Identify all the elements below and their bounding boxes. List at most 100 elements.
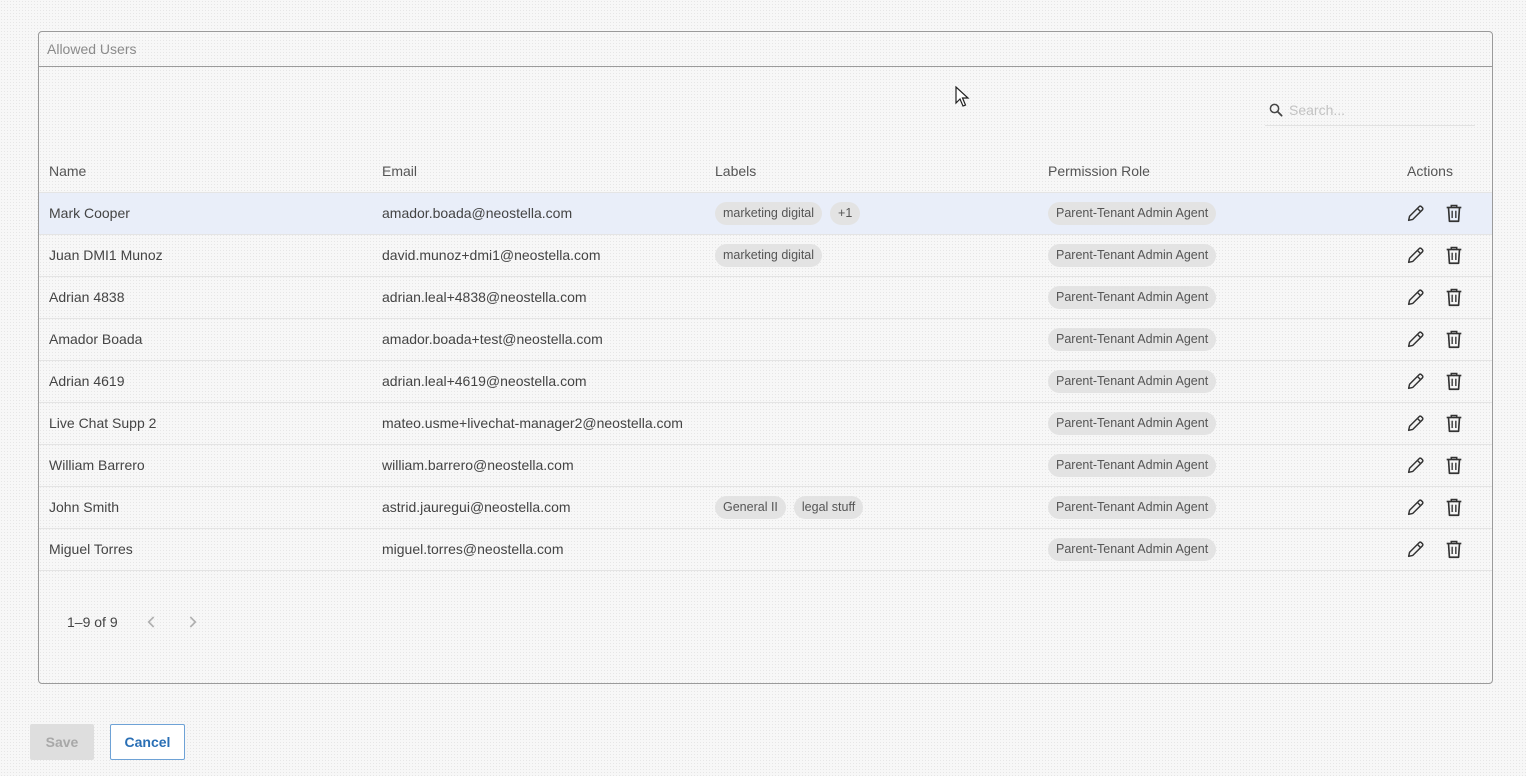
- user-labels-cell: [705, 276, 1038, 319]
- actions-cell: [1368, 318, 1492, 361]
- save-button[interactable]: Save: [30, 724, 94, 760]
- user-labels-cell: [705, 360, 1038, 403]
- column-header-name[interactable]: Name: [39, 151, 372, 193]
- user-name-cell: Adrian 4619: [39, 360, 372, 403]
- permission-role-chip: Parent-Tenant Admin Agent: [1048, 411, 1217, 435]
- table-row[interactable]: William Barrero william.barrero@neostella…: [39, 444, 1492, 487]
- column-header-permission-role[interactable]: Permission Role: [1038, 151, 1368, 193]
- cancel-button[interactable]: Cancel: [110, 724, 185, 760]
- table-row[interactable]: Juan DMI1 Munoz david.munoz+dmi1@neostell…: [39, 234, 1492, 277]
- column-header-labels[interactable]: Labels: [705, 151, 1038, 193]
- trash-icon[interactable]: [1443, 370, 1465, 392]
- user-labels-cell: General II legal stuff: [705, 486, 1038, 529]
- actions-cell: [1368, 192, 1492, 235]
- user-name-cell: Miguel Torres: [39, 528, 372, 571]
- actions-cell: [1368, 486, 1492, 529]
- pencil-icon[interactable]: [1405, 202, 1427, 224]
- label-chip: marketing digital: [715, 201, 823, 225]
- trash-icon[interactable]: [1443, 286, 1465, 308]
- actions-cell: [1368, 444, 1492, 487]
- pencil-icon[interactable]: [1405, 454, 1427, 476]
- user-email-cell: amador.boada@neostella.com: [372, 192, 705, 235]
- trash-icon[interactable]: [1443, 328, 1465, 350]
- permission-role-cell: Parent-Tenant Admin Agent: [1038, 192, 1368, 235]
- users-table: Name Email Labels Permission Role Action…: [39, 151, 1492, 571]
- permission-role-chip: Parent-Tenant Admin Agent: [1048, 453, 1217, 477]
- pencil-icon[interactable]: [1405, 328, 1427, 350]
- permission-role-chip: Parent-Tenant Admin Agent: [1048, 201, 1217, 225]
- user-name-cell: Amador Boada: [39, 318, 372, 361]
- label-chip: marketing digital: [715, 243, 823, 267]
- trash-icon[interactable]: [1443, 538, 1465, 560]
- permission-role-chip: Parent-Tenant Admin Agent: [1048, 285, 1217, 309]
- allowed-users-panel: Allowed Users Name Email Labels Permissi…: [38, 31, 1493, 684]
- permission-role-cell: Parent-Tenant Admin Agent: [1038, 402, 1368, 445]
- table-row[interactable]: Mark Cooper amador.boada@neostella.com mar…: [39, 192, 1492, 235]
- table-row[interactable]: Live Chat Supp 2 mateo.usme+livechat-mana…: [39, 402, 1492, 445]
- user-email-cell: amador.boada+test@neostella.com: [372, 318, 705, 361]
- table-header-row: Name Email Labels Permission Role Action…: [39, 151, 1492, 193]
- user-email-cell: miguel.torres@neostella.com: [372, 528, 705, 571]
- user-email-cell: william.barrero@neostella.com: [372, 444, 705, 487]
- table-row[interactable]: Adrian 4619 adrian.leal+4619@neostella.co…: [39, 360, 1492, 403]
- permission-role-chip: Parent-Tenant Admin Agent: [1048, 495, 1217, 519]
- pencil-icon[interactable]: [1405, 244, 1427, 266]
- trash-icon[interactable]: [1443, 412, 1465, 434]
- pencil-icon[interactable]: [1405, 286, 1427, 308]
- permission-role-chip: Parent-Tenant Admin Agent: [1048, 369, 1217, 393]
- pencil-icon[interactable]: [1405, 538, 1427, 560]
- actions-cell: [1368, 402, 1492, 445]
- pencil-icon[interactable]: [1405, 412, 1427, 434]
- actions-cell: [1368, 528, 1492, 571]
- user-email-cell: mateo.usme+livechat-manager2@neostella.c…: [372, 402, 705, 445]
- pagination-range: 1–9 of 9: [67, 614, 118, 630]
- trash-icon[interactable]: [1443, 244, 1465, 266]
- user-labels-cell: [705, 444, 1038, 487]
- column-header-email[interactable]: Email: [372, 151, 705, 193]
- trash-icon[interactable]: [1443, 202, 1465, 224]
- actions-cell: [1368, 276, 1492, 319]
- pagination: 1–9 of 9: [67, 612, 202, 632]
- permission-role-cell: Parent-Tenant Admin Agent: [1038, 360, 1368, 403]
- user-labels-cell: [705, 402, 1038, 445]
- search-icon: [1269, 103, 1283, 117]
- permission-role-chip: Parent-Tenant Admin Agent: [1048, 327, 1217, 351]
- search-box[interactable]: [1265, 94, 1475, 126]
- user-labels-cell: [705, 318, 1038, 361]
- table-row[interactable]: Miguel Torres miguel.torres@neostella.com…: [39, 528, 1492, 571]
- panel-title: Allowed Users: [39, 32, 1492, 67]
- user-email-cell: david.munoz+dmi1@neostella.com: [372, 234, 705, 277]
- user-name-cell: Live Chat Supp 2: [39, 402, 372, 445]
- permission-role-cell: Parent-Tenant Admin Agent: [1038, 234, 1368, 277]
- label-chip: General II: [715, 495, 786, 519]
- user-name-cell: Mark Cooper: [39, 192, 372, 235]
- column-header-actions: Actions: [1368, 151, 1492, 193]
- actions-cell: [1368, 234, 1492, 277]
- user-name-cell: John Smith: [39, 486, 372, 529]
- chevron-right-icon[interactable]: [182, 612, 202, 632]
- chevron-left-icon[interactable]: [142, 612, 162, 632]
- pencil-icon[interactable]: [1405, 496, 1427, 518]
- user-email-cell: astrid.jauregui@neostella.com: [372, 486, 705, 529]
- pencil-icon[interactable]: [1405, 370, 1427, 392]
- table-row[interactable]: Amador Boada amador.boada+test@neostella.…: [39, 318, 1492, 361]
- user-labels-cell: marketing digital +1: [705, 192, 1038, 235]
- trash-icon[interactable]: [1443, 454, 1465, 476]
- permission-role-cell: Parent-Tenant Admin Agent: [1038, 318, 1368, 361]
- user-name-cell: William Barrero: [39, 444, 372, 487]
- permission-role-cell: Parent-Tenant Admin Agent: [1038, 276, 1368, 319]
- actions-cell: [1368, 360, 1492, 403]
- user-labels-cell: marketing digital: [705, 234, 1038, 277]
- user-name-cell: Juan DMI1 Munoz: [39, 234, 372, 277]
- user-labels-cell: [705, 528, 1038, 571]
- table-row[interactable]: John Smith astrid.jauregui@neostella.com G…: [39, 486, 1492, 529]
- user-name-cell: Adrian 4838: [39, 276, 372, 319]
- table-row[interactable]: Adrian 4838 adrian.leal+4838@neostella.co…: [39, 276, 1492, 319]
- search-input[interactable]: [1289, 101, 1469, 118]
- permission-role-cell: Parent-Tenant Admin Agent: [1038, 486, 1368, 529]
- permission-role-chip: Parent-Tenant Admin Agent: [1048, 537, 1217, 561]
- trash-icon[interactable]: [1443, 496, 1465, 518]
- label-chip: legal stuff: [793, 495, 864, 519]
- label-chip: +1: [830, 201, 861, 225]
- permission-role-chip: Parent-Tenant Admin Agent: [1048, 243, 1217, 267]
